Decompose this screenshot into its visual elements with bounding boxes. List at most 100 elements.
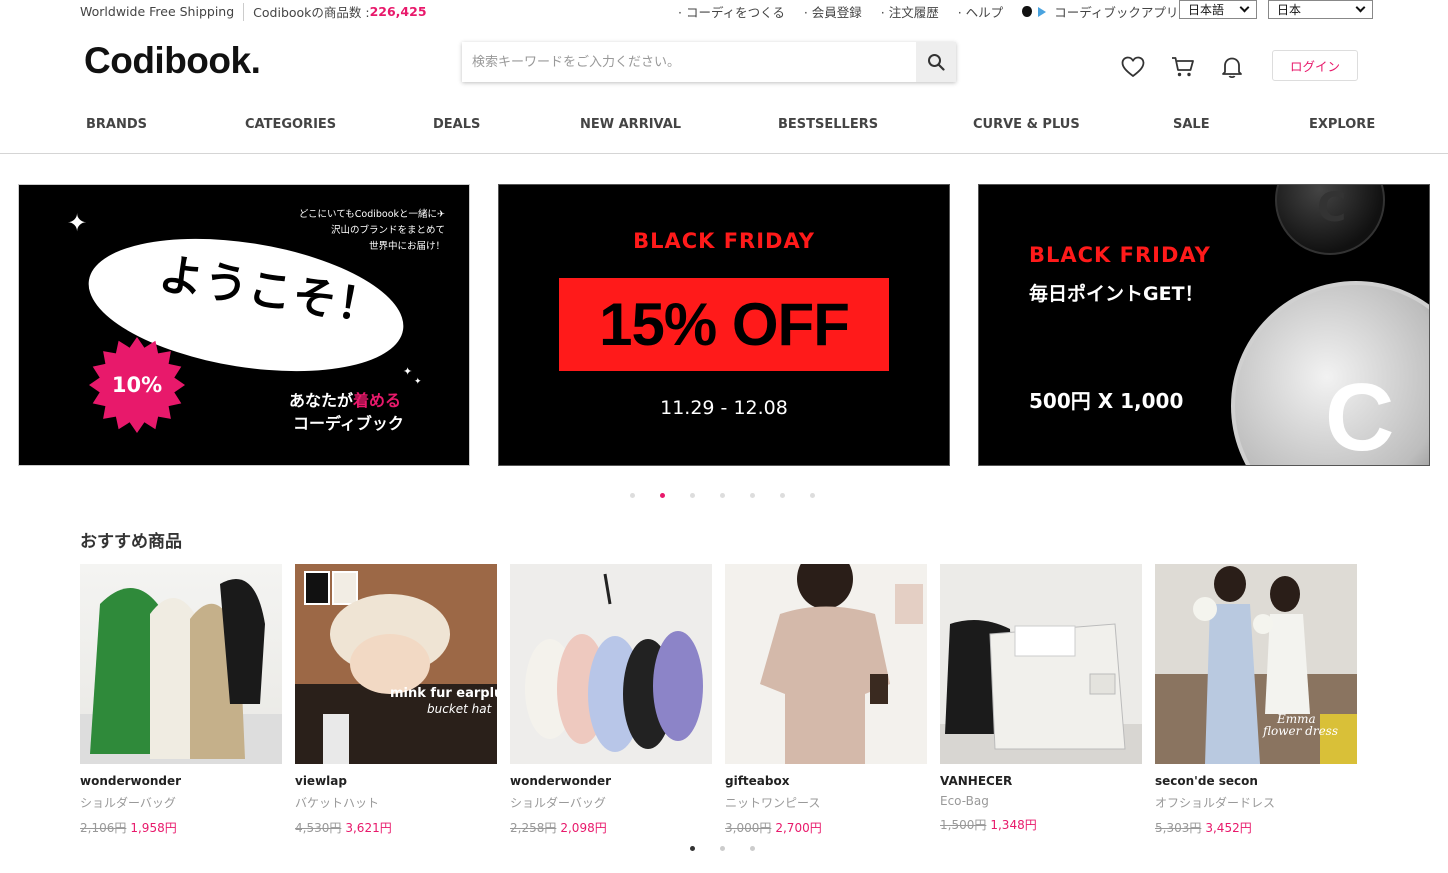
search-button[interactable] bbox=[916, 42, 956, 82]
pagination-dot[interactable] bbox=[780, 493, 785, 498]
original-price: 2,258円 bbox=[510, 821, 557, 835]
nav-curve-plus[interactable]: CURVE & PLUS bbox=[973, 117, 1080, 132]
product-brand[interactable]: wonderwonder bbox=[510, 774, 712, 788]
nav-brands[interactable]: BRANDS bbox=[86, 117, 147, 132]
original-price: 1,500円 bbox=[940, 818, 987, 832]
app-link[interactable]: コーディブックアプリ bbox=[1022, 2, 1178, 21]
cart-icon bbox=[1172, 57, 1194, 77]
discount-badge-text: 10% bbox=[111, 373, 163, 397]
chevron-down-icon bbox=[1239, 2, 1250, 13]
product-image[interactable] bbox=[510, 564, 712, 764]
sparkle-icon: ✦ bbox=[67, 209, 88, 237]
product-brand[interactable]: VANHECER bbox=[940, 774, 1142, 788]
login-button[interactable]: ログイン bbox=[1272, 50, 1358, 81]
nav-bestsellers[interactable]: BESTSELLERS bbox=[778, 117, 878, 132]
product-brand[interactable]: secon'de secon bbox=[1155, 774, 1357, 788]
register-link[interactable]: · 会員登録 bbox=[804, 2, 862, 21]
original-price: 5,303円 bbox=[1155, 821, 1202, 835]
tagline-line: どこにいてもCodibookと一緒に✈ bbox=[298, 209, 445, 220]
sale-price: 3,452円 bbox=[1205, 821, 1252, 835]
sparkle-icon: ✦ bbox=[403, 365, 413, 378]
cart-button[interactable] bbox=[1170, 54, 1196, 80]
pagination-dot[interactable] bbox=[720, 493, 725, 498]
nav-explore[interactable]: EXPLORE bbox=[1309, 117, 1375, 132]
product-brand[interactable]: wonderwonder bbox=[80, 774, 282, 788]
order-history-link[interactable]: · 注文履歴 bbox=[881, 2, 939, 21]
country-value: 日本 bbox=[1277, 3, 1302, 17]
shoulder-bags-image bbox=[80, 579, 282, 764]
banner-black-friday-sale[interactable]: BLACK FRIDAY 15% OFF 11.29 - 12.08 bbox=[498, 184, 950, 466]
product-name[interactable]: ニットワンピース bbox=[725, 794, 927, 811]
nav-deals[interactable]: DEALS bbox=[433, 117, 480, 132]
heart-icon bbox=[1121, 56, 1145, 77]
slogan-text: あなたが bbox=[289, 391, 354, 410]
create-coordinate-link[interactable]: · コーディをつくる bbox=[678, 2, 785, 21]
pagination-dot[interactable] bbox=[660, 493, 665, 498]
pagination-dot[interactable] bbox=[690, 493, 695, 498]
top-bar: Worldwide Free Shipping Codibookの商品数 : 2… bbox=[0, 0, 1448, 22]
chevron-down-icon bbox=[1355, 2, 1366, 13]
original-price: 3,000円 bbox=[725, 821, 772, 835]
logo[interactable]: Codibook. bbox=[84, 40, 261, 82]
notifications-button[interactable] bbox=[1219, 54, 1245, 80]
product-name[interactable]: ショルダーバッグ bbox=[510, 794, 712, 811]
sale-price: 2,700円 bbox=[775, 821, 822, 835]
product-price: 3,000円 2,700円 bbox=[725, 819, 927, 836]
product-brand[interactable]: gifteabox bbox=[725, 774, 927, 788]
pagination-dot[interactable] bbox=[810, 493, 815, 498]
help-link[interactable]: · ヘルプ bbox=[958, 2, 1003, 21]
image-caption: bucket hat bbox=[427, 702, 492, 716]
image-caption: mink fur earplug bbox=[390, 686, 497, 701]
product-card[interactable]: gifteabox ニットワンピース 3,000円 2,700円 bbox=[725, 564, 927, 836]
pagination-dot[interactable] bbox=[690, 846, 695, 851]
search-input[interactable] bbox=[462, 42, 916, 82]
pagination-dot[interactable] bbox=[750, 493, 755, 498]
product-brand[interactable]: viewlap bbox=[295, 774, 497, 788]
product-price: 2,106円 1,958円 bbox=[80, 819, 282, 836]
bucket-hat-image bbox=[295, 564, 497, 764]
product-card[interactable]: wonderwonder ショルダーバッグ 2,106円 1,958円 bbox=[80, 564, 282, 836]
sale-price: 1,958円 bbox=[130, 821, 177, 835]
product-image[interactable] bbox=[725, 564, 927, 764]
bell-icon bbox=[1222, 57, 1242, 78]
product-card[interactable]: wonderwonder ショルダーバッグ 2,258円 2,098円 bbox=[510, 564, 712, 836]
product-name[interactable]: オフショルダードレス bbox=[1155, 794, 1357, 811]
apple-icon bbox=[1022, 6, 1033, 17]
product-image[interactable]: mink fur earplug bucket hat bbox=[295, 564, 497, 764]
nav-new-arrival[interactable]: NEW ARRIVAL bbox=[580, 117, 681, 132]
banner-black-friday-points[interactable]: C C BLACK FRIDAY 毎日ポイントGET！ 500円 X 1,000 bbox=[978, 184, 1430, 466]
nav-sale[interactable]: SALE bbox=[1173, 117, 1210, 132]
coin-image: C bbox=[1275, 185, 1385, 255]
banner-offer: 15% OFF bbox=[559, 278, 889, 371]
coin-image: C bbox=[1231, 281, 1429, 465]
sale-price: 1,348円 bbox=[990, 818, 1037, 832]
pagination-dot[interactable] bbox=[630, 493, 635, 498]
banner-amount: 500円 X 1,000 bbox=[1029, 389, 1184, 413]
app-link-label: コーディブックアプリ bbox=[1054, 5, 1179, 20]
nav-categories[interactable]: CATEGORIES bbox=[245, 117, 336, 132]
pagination-dot[interactable] bbox=[720, 846, 725, 851]
product-image[interactable] bbox=[940, 564, 1142, 764]
pagination-dot[interactable] bbox=[750, 846, 755, 851]
tagline-line: 沢山のブランドをまとめて bbox=[330, 225, 445, 236]
product-name[interactable]: ショルダーバッグ bbox=[80, 794, 282, 811]
banner-tagline: どこにいてもCodibookと一緒に✈ 沢山のブランドをまとめて 世界中にお届け… bbox=[299, 207, 445, 255]
banner-welcome[interactable]: ✦ ✦ ✦ どこにいてもCodibookと一緒に✈ 沢山のブランドをまとめて 世… bbox=[18, 184, 470, 466]
product-card[interactable]: VANHECER Eco-Bag 1,500円 1,348円 bbox=[940, 564, 1142, 833]
nav-divider bbox=[0, 153, 1448, 154]
product-card[interactable]: Emma flower dress secon'de secon オフショルダー… bbox=[1155, 564, 1357, 836]
country-select[interactable]: 日本 bbox=[1268, 0, 1373, 19]
original-price: 2,106円 bbox=[80, 821, 127, 835]
top-bar-links: · コーディをつくる · 会員登録 · 注文履歴 · ヘルプ コーディブックアプ… bbox=[678, 2, 1194, 21]
product-image[interactable]: Emma flower dress bbox=[1155, 564, 1357, 764]
discount-badge: 10% bbox=[87, 335, 187, 435]
product-card[interactable]: mink fur earplug bucket hat viewlap バケット… bbox=[295, 564, 497, 836]
wishlist-button[interactable] bbox=[1120, 54, 1146, 80]
language-select[interactable]: 日本語 bbox=[1179, 0, 1257, 19]
product-name[interactable]: Eco-Bag bbox=[940, 794, 1142, 808]
product-name[interactable]: バケットハット bbox=[295, 794, 497, 811]
sale-price: 3,621円 bbox=[345, 821, 392, 835]
slogan-highlight: 着める bbox=[353, 391, 402, 410]
language-value: 日本語 bbox=[1188, 3, 1225, 17]
product-image[interactable] bbox=[80, 564, 282, 764]
